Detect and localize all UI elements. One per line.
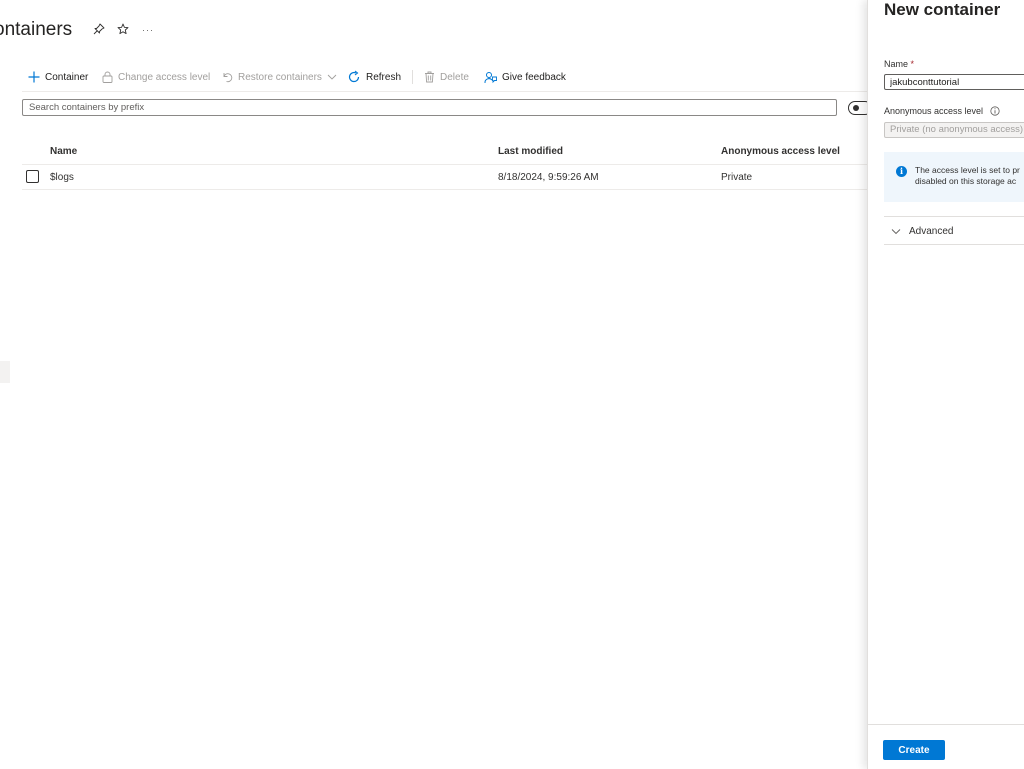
chevron-down-icon [891,228,901,235]
plus-icon [28,71,40,83]
advanced-label: Advanced [909,225,954,237]
footer-divider [868,724,1024,725]
access-level-label: Anonymous access level [884,106,1000,116]
restore-containers-button[interactable]: Restore containers [221,69,337,85]
column-header-last-modified[interactable]: Last modified [498,146,563,157]
page-title: ontainers [0,19,73,40]
header-divider [22,164,867,165]
create-button[interactable]: Create [883,740,945,760]
advanced-section-toggle[interactable]: Advanced [884,222,953,240]
container-name-input[interactable] [884,74,1024,90]
trash-icon [424,71,435,83]
collapsed-sidebar-handle[interactable] [0,361,10,383]
info-message-text: The access level is set to pr disabled o… [915,165,1020,187]
toolbar-separator [412,70,413,84]
add-container-label: Container [45,71,89,83]
column-header-access-level[interactable]: Anonymous access level [721,146,840,157]
info-icon: i [896,166,907,177]
delete-button[interactable]: Delete [424,69,469,85]
restore-containers-label: Restore containers [238,71,322,83]
star-icon[interactable] [117,23,129,38]
give-feedback-button[interactable]: Give feedback [484,69,566,85]
access-level-cell: Private [721,172,753,183]
required-marker: * [910,59,915,69]
column-header-name[interactable]: Name [50,146,77,157]
name-label: Name * [884,59,914,69]
change-access-level-label: Change access level [118,71,211,83]
new-container-panel: New container Name * Anonymous access le… [867,0,1024,769]
give-feedback-label: Give feedback [502,71,566,83]
panel-title: New container [884,0,1001,19]
add-container-button[interactable]: Container [28,69,88,85]
row-checkbox[interactable] [26,170,39,183]
refresh-button[interactable]: Refresh [347,69,401,85]
search-input[interactable] [22,99,837,116]
change-access-level-button[interactable]: Change access level [102,69,210,85]
chevron-down-icon [327,73,337,81]
toolbar-divider [22,91,867,92]
access-level-label-text: Anonymous access level [884,106,984,116]
access-level-dropdown[interactable]: Private (no anonymous access) [884,122,1024,138]
toggle-knob [853,105,859,111]
delete-label: Delete [440,71,469,83]
name-label-text: Name [884,59,909,69]
row-divider [22,189,867,190]
more-icon[interactable]: ··· [142,23,154,37]
advanced-divider-top [884,216,1024,217]
info-line-1: The access level is set to pr [915,165,1020,175]
container-name-link[interactable]: $logs [50,172,74,183]
pin-icon[interactable] [93,23,105,38]
lock-icon [102,71,113,83]
info-line-2: disabled on this storage ac [915,176,1017,186]
last-modified-cell: 8/18/2024, 9:59:26 AM [498,172,599,183]
undo-icon [221,71,233,83]
refresh-icon [347,70,361,84]
info-circle-icon[interactable] [990,106,1000,116]
refresh-label: Refresh [366,71,402,83]
feedback-icon [484,71,497,84]
advanced-divider-bottom [884,244,1024,245]
info-message: i The access level is set to pr disabled… [884,152,1024,202]
